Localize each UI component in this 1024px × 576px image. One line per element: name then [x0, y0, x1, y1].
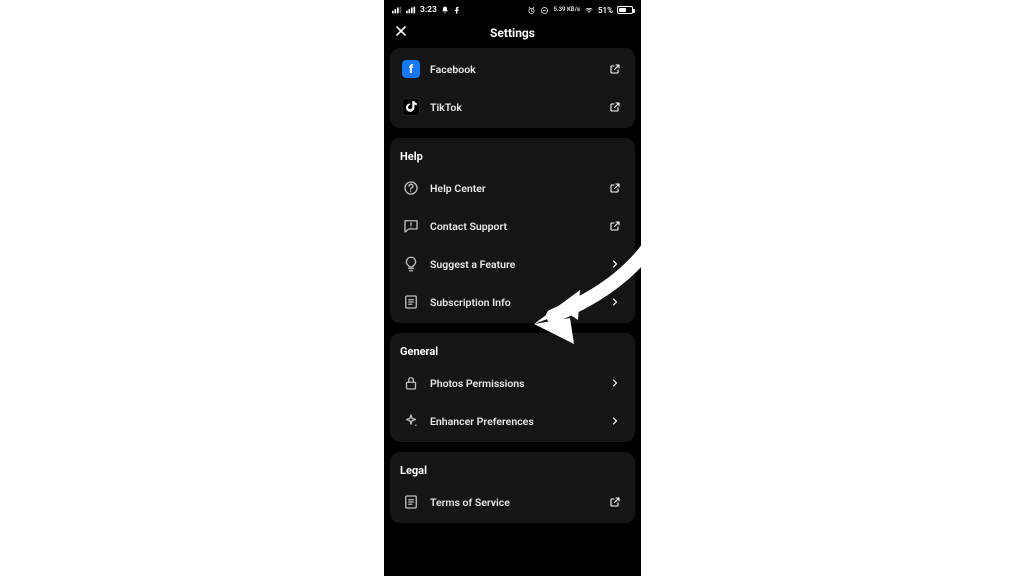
row-tiktok[interactable]: TikTok	[390, 88, 635, 126]
row-label: Photos Permissions	[430, 377, 597, 390]
section-title-general: General	[390, 335, 635, 364]
section-social: f Facebook TikTok	[390, 48, 635, 128]
help-icon	[402, 179, 420, 197]
section-title-legal: Legal	[390, 454, 635, 483]
lightbulb-icon	[402, 255, 420, 273]
row-label: Facebook	[430, 63, 597, 76]
row-label: Subscription Info	[430, 296, 597, 309]
row-label: TikTok	[430, 101, 597, 114]
signal-icon	[392, 6, 402, 14]
facebook-notif-icon	[453, 6, 461, 14]
chevron-right-icon	[607, 294, 623, 310]
chat-alert-icon	[402, 217, 420, 235]
status-bar: 3:23 5.39 KB/s 51%	[384, 0, 641, 18]
dnd-icon	[540, 6, 549, 15]
external-link-icon	[607, 61, 623, 77]
alarm-icon	[527, 6, 536, 15]
battery-icon	[617, 6, 633, 14]
row-label: Contact Support	[430, 220, 597, 233]
sparkle-icon	[402, 412, 420, 430]
row-label: Enhancer Preferences	[430, 415, 597, 428]
lock-icon	[402, 374, 420, 392]
chevron-right-icon	[607, 375, 623, 391]
external-link-icon	[607, 494, 623, 510]
section-legal: Legal Terms of Service	[390, 452, 635, 523]
row-photos-permissions[interactable]: Photos Permissions	[390, 364, 635, 402]
signal-icon	[406, 6, 416, 14]
document-icon	[402, 293, 420, 311]
chevron-right-icon	[607, 413, 623, 429]
close-button[interactable]	[390, 22, 412, 44]
section-title-help: Help	[390, 140, 635, 169]
row-label: Terms of Service	[430, 496, 597, 509]
tiktok-icon	[402, 98, 420, 116]
row-label: Suggest a Feature	[430, 258, 597, 271]
section-help: Help Help Center Contact Support	[390, 138, 635, 323]
row-terms-of-service[interactable]: Terms of Service	[390, 483, 635, 521]
row-help-center[interactable]: Help Center	[390, 169, 635, 207]
notification-bell-icon	[441, 6, 449, 14]
section-general: General Photos Permissions Enhancer Pref…	[390, 333, 635, 442]
row-contact-support[interactable]: Contact Support	[390, 207, 635, 245]
chevron-right-icon	[607, 256, 623, 272]
network-speed: 5.39 KB/s	[553, 7, 579, 13]
row-enhancer-preferences[interactable]: Enhancer Preferences	[390, 402, 635, 440]
facebook-icon: f	[402, 60, 420, 78]
wifi-icon	[584, 6, 594, 15]
external-link-icon	[607, 180, 623, 196]
row-suggest-feature[interactable]: Suggest a Feature	[390, 245, 635, 283]
external-link-icon	[607, 99, 623, 115]
battery-text: 51%	[598, 6, 613, 15]
title-bar: Settings	[384, 18, 641, 48]
document-icon	[402, 493, 420, 511]
status-time: 3:23	[420, 5, 437, 15]
row-label: Help Center	[430, 182, 597, 195]
external-link-icon	[607, 218, 623, 234]
row-subscription-info[interactable]: Subscription Info	[390, 283, 635, 321]
phone-frame: 3:23 5.39 KB/s 51%	[384, 0, 641, 576]
settings-scroll[interactable]: f Facebook TikTok	[384, 48, 641, 576]
close-icon	[393, 23, 409, 43]
page-title: Settings	[490, 26, 535, 40]
row-facebook[interactable]: f Facebook	[390, 50, 635, 88]
